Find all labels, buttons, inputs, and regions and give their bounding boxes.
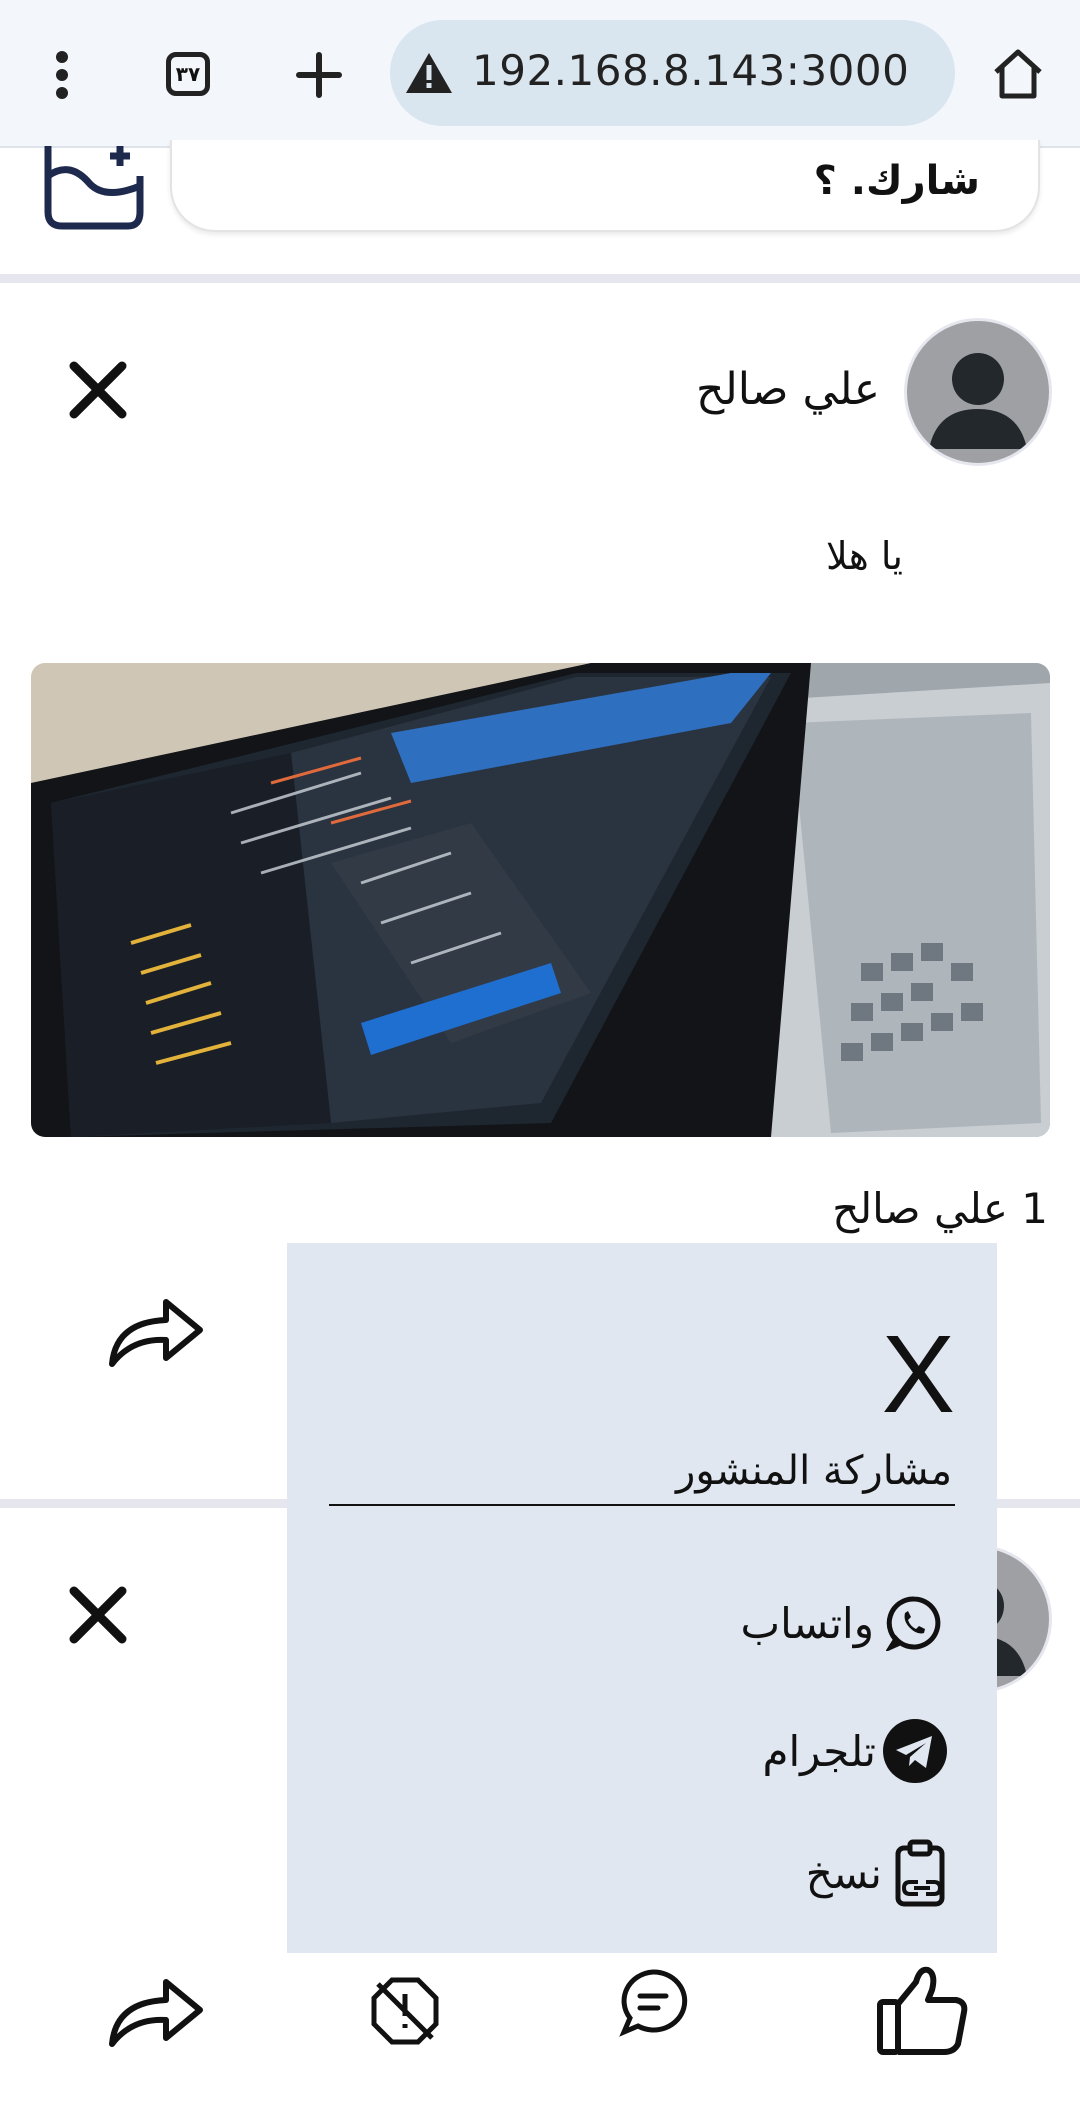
post-image[interactable]	[31, 663, 1050, 1137]
menu-dots-icon[interactable]	[40, 45, 84, 105]
tab-count: ٣٧	[175, 62, 201, 86]
share-whatsapp[interactable]: واتساب	[741, 1595, 942, 1651]
share-telegram[interactable]: تلجرام	[762, 1718, 948, 1784]
tabs-icon[interactable]: ٣٧	[166, 52, 210, 96]
avatar[interactable]	[904, 318, 1052, 466]
share-item-label: تلجرام	[762, 1726, 876, 1776]
new-tab-icon[interactable]	[294, 50, 344, 100]
likes-summary[interactable]: 1 علي صالح	[832, 1184, 1048, 1233]
share-item-label: نسخ	[805, 1848, 882, 1898]
report-icon[interactable]	[370, 1976, 440, 2046]
close-post-icon[interactable]	[68, 360, 128, 420]
share-icon[interactable]	[106, 1292, 206, 1372]
home-icon[interactable]	[990, 46, 1046, 102]
composer-placeholder: شارك. ؟	[813, 158, 980, 204]
telegram-icon	[882, 1718, 948, 1784]
url-text: 192.168.8.143:3000	[472, 46, 910, 95]
share-title-underline	[329, 1504, 955, 1506]
browser-toolbar: ٣٧ 192.168.8.143:3000	[0, 0, 1080, 148]
copy-link-icon	[892, 1838, 952, 1908]
feed-divider	[0, 274, 1080, 283]
comment-icon[interactable]	[618, 1968, 688, 2038]
post-author-name[interactable]: علي صالح	[696, 364, 880, 415]
share-close-button[interactable]: X	[882, 1320, 955, 1430]
close-post-icon[interactable]	[68, 1585, 128, 1645]
share-title: مشاركة المنشور	[676, 1448, 952, 1494]
like-icon[interactable]	[876, 1964, 970, 2056]
warning-icon[interactable]	[404, 50, 454, 96]
share-icon[interactable]	[106, 1972, 206, 2052]
post-text: يا هلا	[826, 534, 903, 578]
whatsapp-icon	[886, 1595, 942, 1651]
share-copy[interactable]: نسخ	[806, 1838, 952, 1908]
share-item-label: واتساب	[740, 1598, 874, 1648]
add-image-icon[interactable]	[40, 146, 145, 230]
